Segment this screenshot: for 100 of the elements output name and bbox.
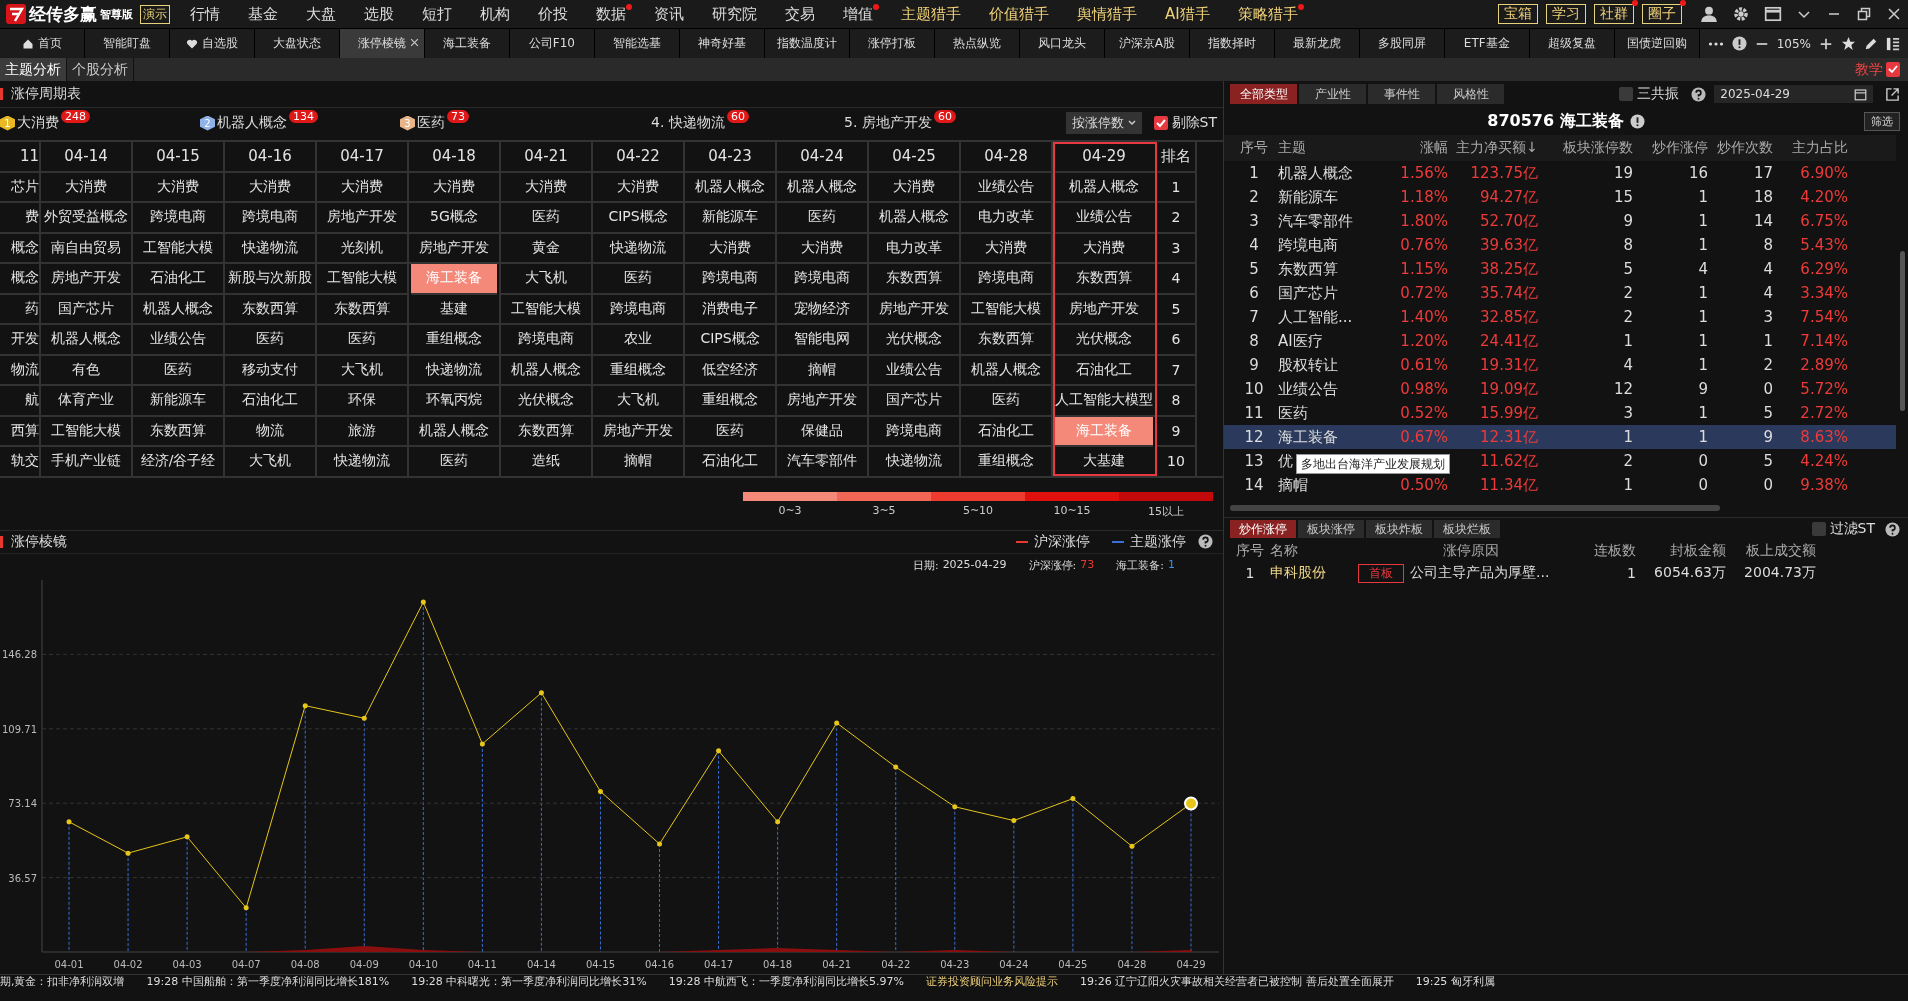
table-cell[interactable]: 跨境电商: [133, 203, 223, 234]
nav-item[interactable]: 数据: [582, 4, 640, 24]
table-cell[interactable]: 经济/谷子经: [133, 447, 223, 476]
date-header[interactable]: 04-24: [777, 142, 867, 173]
news-item[interactable]: 19:26 辽宁辽阳火灾事故相关经营者已被控制 善后处置全面展开: [1079, 975, 1394, 989]
table-cell[interactable]: 东数西算: [961, 325, 1051, 356]
nav-item[interactable]: 增值: [829, 4, 887, 24]
theme-name[interactable]: 医药: [417, 114, 445, 132]
sort-dropdown[interactable]: 按涨停数: [1065, 112, 1142, 134]
table-cell[interactable]: 东数西算: [133, 416, 223, 447]
table-cell[interactable]: 东数西算: [225, 294, 315, 325]
info-icon[interactable]: [1731, 36, 1747, 51]
table-cell[interactable]: 开发: [0, 325, 39, 356]
caret-icon[interactable]: [1127, 120, 1136, 126]
news-item[interactable]: 期,黄金：扣非净利润双增: [0, 975, 125, 989]
table-cell[interactable]: 医药: [685, 416, 775, 447]
stock-name[interactable]: 申科股份: [1270, 564, 1356, 582]
tab[interactable]: 公司F10: [509, 29, 595, 58]
table-cell[interactable]: 保健品: [777, 416, 867, 447]
nav-item[interactable]: 主题猎手: [887, 4, 975, 24]
table-cell[interactable]: 机器人概念: [1053, 172, 1155, 203]
news-item[interactable]: 19:25 匈牙利属: [1415, 975, 1495, 989]
tab[interactable]: 智能选基: [594, 29, 680, 58]
nav-item[interactable]: 价投: [524, 4, 582, 24]
close-icon[interactable]: [409, 38, 419, 47]
nav-button[interactable]: 学习: [1546, 4, 1586, 24]
theme-name[interactable]: 大消费: [17, 114, 59, 132]
table-cell[interactable]: 机器人概念: [685, 172, 775, 203]
date-header[interactable]: 04-22: [593, 142, 683, 173]
table-cell[interactable]: 医药: [317, 325, 407, 356]
news-item[interactable]: 19:28 中科曙光：第一季度净利润同比增长31%: [411, 975, 647, 989]
tab[interactable]: 涨停打板: [849, 29, 935, 58]
table-cell[interactable]: 医药: [225, 325, 315, 356]
nav-item[interactable]: 选股: [350, 4, 408, 24]
nav-item[interactable]: AI猎手: [1151, 4, 1224, 24]
table-cell[interactable]: 5G概念: [409, 203, 499, 234]
table-cell[interactable]: 农业: [593, 325, 683, 356]
help-icon[interactable]: [1691, 86, 1707, 102]
table-cell[interactable]: 物流: [0, 355, 39, 386]
tab[interactable]: 个股分析: [67, 58, 134, 81]
panel-icon[interactable]: [1886, 36, 1900, 51]
check-icon[interactable]: [1155, 118, 1166, 128]
table-cell[interactable]: 大消费: [961, 233, 1051, 264]
date-field[interactable]: 2025-04-29: [1714, 85, 1873, 103]
table-cell[interactable]: 新能源车: [685, 203, 775, 234]
tab[interactable]: 神奇好基: [679, 29, 765, 58]
table-cell[interactable]: 光刻机: [317, 233, 407, 264]
table-cell[interactable]: 石油化工: [225, 386, 315, 417]
teach-link[interactable]: 教学: [1855, 60, 1883, 79]
date-header[interactable]: 04-15: [133, 142, 223, 173]
column-header[interactable]: 主力占比: [1773, 139, 1848, 157]
table-cell[interactable]: 大基建: [1053, 447, 1155, 476]
news-item[interactable]: 19:28 中航西飞：一季度净利润同比增长5.97%: [668, 975, 904, 989]
table-cell[interactable]: 摘帽: [777, 355, 867, 386]
table-cell[interactable]: CIPS概念: [685, 325, 775, 356]
table-cell[interactable]: 机器人概念: [777, 172, 867, 203]
news-item[interactable]: 19:28 中国船舶：第一季度净利润同比增长181%: [146, 975, 390, 989]
theme-name[interactable]: 机器人概念: [217, 114, 287, 132]
table-cell[interactable]: 东数西算: [317, 294, 407, 325]
table-cell[interactable]: 房地产开发: [777, 386, 867, 417]
help-icon[interactable]: [1885, 521, 1900, 537]
table-cell[interactable]: 大消费: [593, 172, 683, 203]
table-cell[interactable]: 大飞机: [501, 264, 591, 295]
table-cell[interactable]: 环保: [317, 386, 407, 417]
table-cell[interactable]: 工智能大模: [41, 416, 131, 447]
data-point[interactable]: [1184, 796, 1198, 811]
nav-item[interactable]: 大盘: [292, 4, 350, 24]
nav-item[interactable]: 价值猎手: [975, 4, 1063, 24]
date-header[interactable]: 04-14: [41, 142, 131, 173]
info-icon[interactable]: [1629, 113, 1645, 129]
tab[interactable]: 国债逆回购: [1614, 29, 1700, 58]
table-cell[interactable]: 东数西算: [1053, 264, 1155, 295]
table-cell[interactable]: 石油化工: [685, 447, 775, 476]
table-cell[interactable]: 大消费: [133, 172, 223, 203]
table-cell[interactable]: 工智能大模: [501, 294, 591, 325]
date-header[interactable]: 04-21: [501, 142, 591, 173]
table-cell[interactable]: 跨境电商: [225, 203, 315, 234]
calendar-icon[interactable]: [1854, 87, 1867, 101]
date-header[interactable]: 11: [0, 142, 39, 173]
scrollbar[interactable]: [1230, 505, 1720, 511]
scrollbar[interactable]: [1900, 251, 1905, 411]
tab[interactable]: ETF基金: [1444, 29, 1530, 58]
date-header[interactable]: 04-25: [869, 142, 959, 173]
note-icon[interactable]: [1886, 62, 1900, 77]
table-cell[interactable]: 体育产业: [41, 386, 131, 417]
filter-button[interactable]: 筛选: [1864, 112, 1900, 131]
table-cell[interactable]: 工智能大模: [961, 294, 1051, 325]
table-cell[interactable]: 机器人概念: [501, 355, 591, 386]
table-cell[interactable]: 光伏概念: [501, 386, 591, 417]
close-icon[interactable]: [1886, 6, 1902, 22]
table-cell[interactable]: 大飞机: [593, 386, 683, 417]
table-cell[interactable]: 医药: [501, 203, 591, 234]
table-cell[interactable]: 机器人概念: [961, 355, 1051, 386]
column-header[interactable]: 主题: [1278, 139, 1378, 157]
nav-item[interactable]: 行情: [176, 4, 234, 24]
table-cell[interactable]: 新股与次新股: [225, 264, 315, 295]
column-header[interactable]: 主力净买额↓: [1448, 139, 1538, 157]
nav-item[interactable]: 策略猎手: [1223, 4, 1312, 24]
tab[interactable]: 全部类型: [1230, 84, 1297, 104]
table-cell[interactable]: 医药: [409, 447, 499, 476]
